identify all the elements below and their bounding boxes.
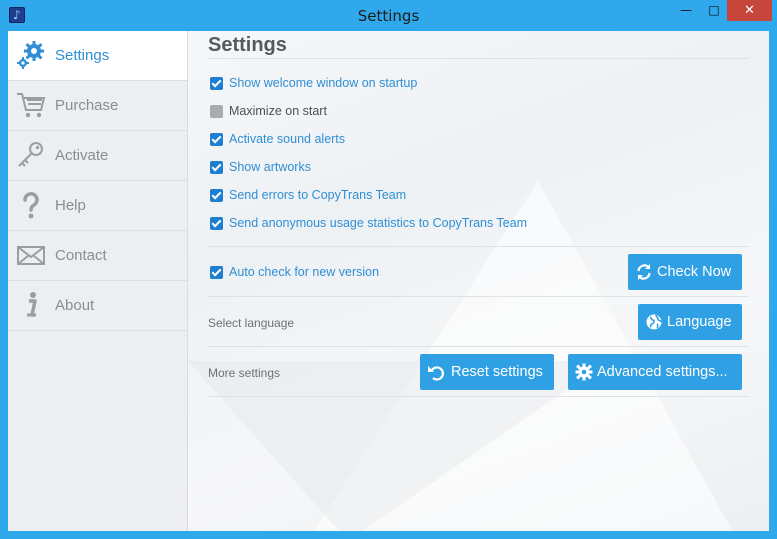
divider	[208, 346, 749, 347]
sidebar-item-help[interactable]: Help	[8, 181, 187, 231]
checkbox-label: Maximize on start	[229, 104, 327, 118]
sidebar-item-label: About	[55, 297, 95, 314]
info-icon	[27, 292, 37, 317]
checkbox-label: Show artworks	[229, 160, 311, 174]
checkbox[interactable]	[210, 266, 223, 279]
refresh-icon	[637, 264, 651, 280]
language-label: Select language	[208, 316, 295, 330]
check-now-button[interactable]: Check Now	[628, 254, 742, 290]
title-bar[interactable]: Settings — □ ✕	[0, 0, 777, 31]
checkbox-label: Send anonymous usage statistics to CopyT…	[229, 216, 528, 230]
undo-icon	[428, 366, 444, 381]
envelope-icon	[17, 246, 45, 265]
button-label: Check Now	[657, 264, 732, 280]
sidebar-item-label: Contact	[55, 247, 107, 264]
checkbox[interactable]	[210, 133, 223, 146]
checkbox-label: Show welcome window on startup	[229, 76, 418, 90]
key-icon	[18, 142, 43, 167]
minimize-button[interactable]: —	[672, 0, 700, 21]
advanced-settings-button[interactable]: Advanced settings...	[568, 354, 742, 390]
gear-icon	[575, 363, 593, 381]
divider	[208, 296, 749, 297]
sidebar-item-settings[interactable]: Settings	[8, 31, 187, 81]
checkbox[interactable]	[210, 105, 223, 118]
settings-panel: Settings Show welcome window on startup …	[208, 31, 749, 531]
sidebar-item-contact[interactable]: Contact	[8, 231, 187, 281]
cart-icon	[17, 93, 46, 118]
sidebar-item-label: Activate	[55, 147, 109, 164]
button-label: Language	[667, 314, 732, 330]
sidebar-item-label: Help	[55, 197, 86, 214]
sidebar-item-label: Purchase	[55, 97, 119, 114]
more-settings-label: More settings	[208, 366, 281, 380]
sidebar-item-purchase[interactable]: Purchase	[8, 81, 187, 131]
button-label: Advanced settings...	[597, 364, 728, 380]
checkbox[interactable]	[210, 189, 223, 202]
checkbox-label: Activate sound alerts	[229, 132, 346, 146]
checkbox[interactable]	[210, 217, 223, 230]
question-icon	[23, 192, 39, 219]
close-button[interactable]: ✕	[727, 0, 772, 21]
divider	[208, 58, 749, 59]
checkbox-label: Auto check for new version	[229, 265, 380, 279]
reset-settings-button[interactable]: Reset settings	[420, 354, 554, 390]
globe-icon	[646, 314, 662, 330]
sidebar: Settings Purchase Activate Help Contact …	[8, 31, 188, 531]
language-button[interactable]: Language	[638, 304, 742, 340]
gears-icon	[17, 41, 44, 69]
checkbox-label: Send errors to CopyTrans Team	[229, 188, 407, 202]
sidebar-item-label: Settings	[55, 47, 110, 64]
sidebar-item-about[interactable]: About	[8, 281, 187, 331]
window-title: Settings	[357, 7, 420, 25]
button-label: Reset settings	[451, 364, 543, 380]
page-title: Settings	[208, 34, 287, 56]
maximize-button[interactable]: □	[701, 0, 727, 21]
divider	[208, 396, 749, 397]
app-window: Settings — □ ✕	[0, 0, 777, 539]
checkbox[interactable]	[210, 161, 223, 174]
divider	[208, 246, 749, 247]
client-area: Settings Purchase Activate Help Contact …	[8, 31, 769, 531]
sidebar-item-activate[interactable]: Activate	[8, 131, 187, 181]
checkbox[interactable]	[210, 77, 223, 90]
